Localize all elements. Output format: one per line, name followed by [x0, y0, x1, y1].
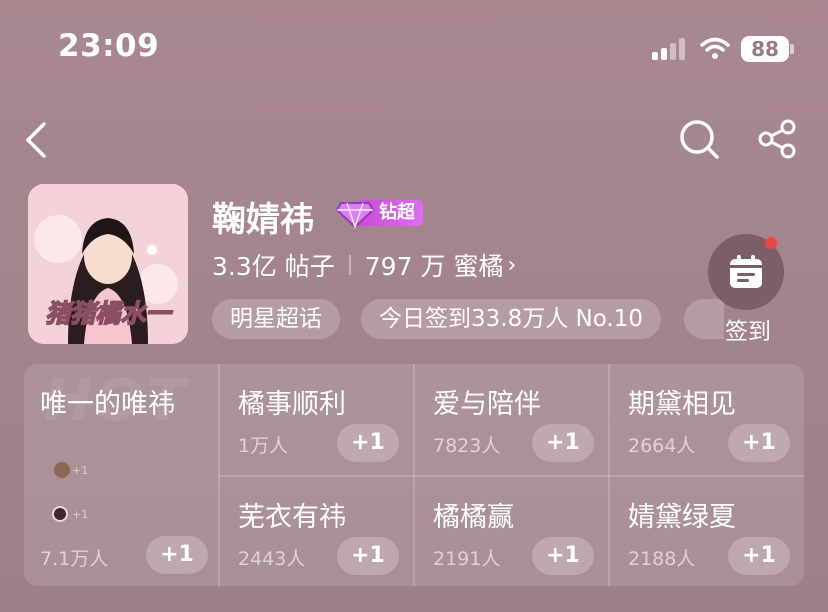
group-card-featured[interactable]: 唯一的唯祎 +1 +1 7.1万人 +1 — [24, 364, 218, 586]
group-count: 1万人 — [238, 435, 289, 457]
group-name: 婧黛绿夏 — [628, 502, 736, 533]
battery-level: 88 — [741, 36, 789, 62]
group-name: 橘事顺利 — [238, 389, 346, 420]
diamond-badge[interactable]: 钻超 — [335, 197, 423, 229]
group-name: 芜衣有祎 — [238, 502, 346, 533]
topic-stats: 3.3亿 帖子 797 万 蜜橘 › — [212, 247, 516, 283]
group-grid: HOT 唯一的唯祎 +1 +1 7.1万人 +1 橘事顺利 1万人 +1 爱与陪… — [24, 364, 804, 586]
group-card[interactable]: 芜衣有祎 2443人 +1 — [220, 477, 413, 586]
topic-avatar[interactable]: 猪猪橘水一 — [28, 184, 188, 344]
chevron-right-icon[interactable]: › — [507, 253, 516, 278]
plus-one-button[interactable]: +1 — [146, 536, 208, 574]
search-icon[interactable] — [678, 118, 720, 160]
topic-title: 鞠婧祎 — [212, 200, 314, 240]
group-card[interactable]: 橘事顺利 1万人 +1 — [220, 364, 413, 475]
posts-count: 3.3亿 — [212, 252, 277, 281]
group-card[interactable]: 橘橘赢 2191人 +1 — [415, 477, 608, 586]
posts-label: 帖子 — [284, 252, 335, 281]
member-avatar — [54, 462, 70, 478]
group-count: 2664人 — [628, 435, 696, 457]
chevron-left-icon[interactable] — [22, 120, 52, 160]
group-name: 橘橘赢 — [433, 502, 514, 533]
group-name: 唯一的唯祎 — [40, 389, 175, 420]
tag-checkin-stats[interactable]: 今日签到33.8万人 No.10 — [361, 299, 661, 339]
plus-one-button[interactable]: +1 — [532, 537, 594, 575]
fans-count[interactable]: 797 万 — [365, 247, 446, 283]
notification-dot — [765, 237, 777, 249]
status-time: 23:09 — [58, 28, 160, 64]
group-card[interactable]: 婧黛绿夏 2188人 +1 — [610, 477, 804, 586]
diamond-icon — [335, 202, 375, 229]
wifi-icon — [700, 37, 730, 59]
group-count: 2191人 — [433, 548, 501, 570]
checkin-label[interactable]: 签到 — [722, 312, 774, 346]
plus-one-button[interactable]: +1 — [728, 424, 790, 462]
calendar-icon — [730, 255, 762, 288]
group-count: 2443人 — [238, 548, 306, 570]
member-avatar — [52, 506, 68, 522]
group-card[interactable]: 期黛相见 2664人 +1 — [610, 364, 804, 475]
group-name: 期黛相见 — [628, 389, 736, 420]
tag-star-topic[interactable]: 明星超话 — [212, 299, 340, 339]
plus-one-button[interactable]: +1 — [532, 424, 594, 462]
group-count: 2188人 — [628, 548, 696, 570]
plus-one-button[interactable]: +1 — [728, 537, 790, 575]
plus-one-button[interactable]: +1 — [337, 424, 399, 462]
share-icon[interactable] — [757, 118, 799, 160]
group-name: 爱与陪伴 — [433, 389, 541, 420]
group-card[interactable]: 爱与陪伴 7823人 +1 — [415, 364, 608, 475]
fans-label[interactable]: 蜜橘 — [453, 247, 503, 283]
member-plus: +1 — [72, 508, 89, 521]
cellular-signal-icon — [652, 38, 685, 60]
battery-tip — [790, 44, 794, 54]
plus-one-button[interactable]: +1 — [337, 537, 399, 575]
member-plus: +1 — [72, 464, 89, 477]
group-count: 7.1万人 — [40, 548, 109, 570]
tag-overflow[interactable] — [684, 299, 724, 339]
group-count: 7823人 — [433, 435, 501, 457]
stats-divider — [348, 255, 351, 275]
topic-tags: 明星超话 今日签到33.8万人 No.10 — [212, 299, 661, 339]
avatar-caption: 猪猪橘水一 — [45, 298, 172, 329]
